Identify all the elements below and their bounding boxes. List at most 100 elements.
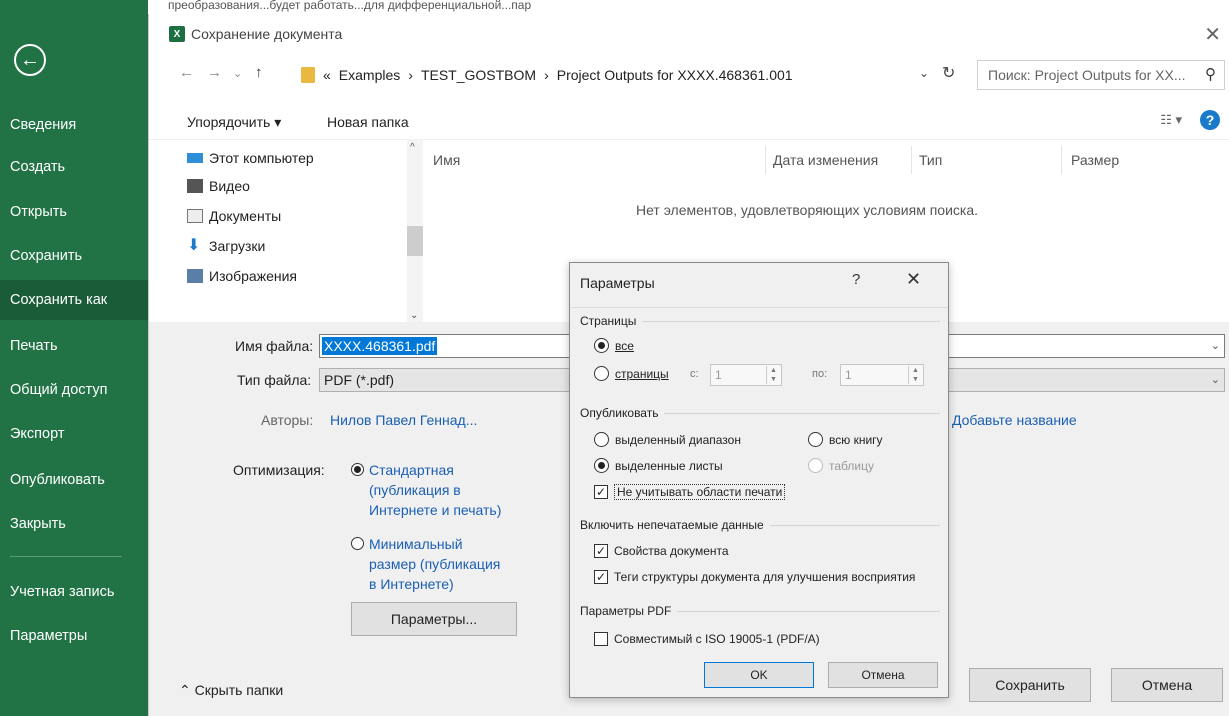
group-pdf: Параметры PDF [580, 604, 940, 618]
iso-compliant-checkbox[interactable]: Совместимый с ISO 19005-1 (PDF/A) [594, 632, 820, 646]
tree-item-downloads[interactable]: ⬇ Загрузки [187, 238, 266, 255]
backstage-item-share[interactable]: Общий доступ [0, 370, 148, 410]
search-input[interactable]: Поиск: Project Outputs for XX... ⚲ [977, 60, 1225, 90]
opt-standard-line3[interactable]: Интернете и печать) [369, 502, 501, 518]
opt-standard-line1[interactable]: Стандартная [369, 462, 454, 478]
tree-item-label: Этот компьютер [209, 150, 314, 166]
title-field[interactable]: Добавьте название [952, 412, 1077, 428]
save-button[interactable]: Сохранить [969, 668, 1091, 702]
column-name[interactable]: Имя [433, 152, 460, 168]
tree-item-this-pc[interactable]: Этот компьютер [187, 150, 314, 166]
scroll-thumb[interactable] [407, 226, 423, 256]
pages-range-radio[interactable]: страницы [594, 366, 669, 381]
back-nav-icon[interactable]: ← [179, 64, 194, 81]
opt-minimal-radio[interactable] [351, 537, 364, 550]
opt-standard-line2[interactable]: (публикация в [369, 482, 461, 498]
view-options-icon[interactable]: ☷ ▾ [1160, 112, 1182, 128]
column-date[interactable]: Дата изменения [773, 152, 878, 168]
options-close-icon[interactable]: ✕ [906, 269, 921, 290]
new-folder-button[interactable]: Новая папка [327, 114, 409, 130]
back-arrow-icon[interactable]: ← [14, 44, 46, 76]
tree-item-video[interactable]: Видео [187, 178, 250, 194]
chevron-down-icon[interactable]: ⌄ [1211, 373, 1220, 386]
from-page-stepper[interactable]: 1 ▲ ▼ [710, 364, 782, 386]
close-icon[interactable]: ✕ [1204, 22, 1221, 47]
dialog-title-text: Сохранение документа [191, 26, 343, 42]
options-help-icon[interactable]: ? [852, 271, 860, 288]
scroll-down-icon[interactable]: ⌄ [410, 310, 418, 321]
options-button[interactable]: Параметры... [351, 602, 517, 636]
group-nonprint: Включить непечатаемые данные [580, 518, 940, 532]
chevron-down-icon[interactable]: ⌄ [1211, 339, 1220, 352]
to-page-stepper[interactable]: 1 ▲ ▼ [840, 364, 924, 386]
path-segment-outputs[interactable]: Project Outputs for XXXX.468361.001 [557, 67, 793, 83]
backstage-divider [10, 556, 122, 557]
group-publish-label: Опубликовать [580, 406, 659, 420]
address-dropdown-icon[interactable]: ⌄ [919, 66, 929, 80]
optimization-label: Оптимизация: [233, 462, 325, 478]
authors-value[interactable]: Нилов Павел Геннад... [330, 412, 477, 428]
opt-minimal-line2[interactable]: размер (публикация [369, 556, 500, 572]
search-placeholder: Поиск: Project Outputs for XX... [988, 67, 1186, 83]
backstage-item-save[interactable]: Сохранить [0, 236, 148, 276]
column-type[interactable]: Тип [919, 152, 942, 168]
options-dialog-title: Параметры [580, 275, 655, 291]
ignore-print-areas-checkbox[interactable]: ✓ Не учитывать области печати [594, 484, 786, 500]
publish-sheets-label: выделенные листы [615, 458, 723, 473]
group-pages: Страницы [580, 314, 940, 328]
file-type-value: PDF (*.pdf) [324, 372, 395, 388]
ok-button[interactable]: OK [704, 662, 814, 688]
doc-properties-checkbox[interactable]: ✓ Свойства документа [594, 544, 729, 558]
help-icon[interactable]: ? [1200, 110, 1220, 130]
path-segment-examples[interactable]: Examples [339, 67, 400, 83]
options-body: Страницы все страницы с: 1 ▲ ▼ по: 1 ▲ ▼ О… [570, 307, 948, 697]
stepper-arrows-icon[interactable]: ▲ ▼ [908, 366, 922, 384]
cancel-button[interactable]: Отмена [1111, 668, 1223, 702]
address-bar[interactable]: « Examples › TEST_GOSTBOM › Project Outp… [299, 60, 959, 90]
stepper-arrows-icon[interactable]: ▲ ▼ [766, 366, 780, 384]
publish-sheets-radio[interactable]: выделенные листы [594, 458, 723, 473]
radio-unselected [594, 432, 609, 447]
ignore-print-areas-label: Не учитывать области печати [614, 484, 786, 500]
radio-selected [594, 458, 609, 473]
backstage-item-publish[interactable]: Опубликовать [0, 460, 148, 500]
from-page-value: 1 [715, 368, 722, 382]
publish-table-radio: таблицу [808, 458, 874, 473]
up-folder-icon[interactable]: ↑ [255, 64, 263, 81]
recent-locations-icon[interactable]: ⌄ [233, 67, 242, 80]
tree-item-label: Документы [209, 208, 282, 224]
hide-folders-toggle[interactable]: ⌃ Скрыть папки [179, 682, 283, 699]
path-segment-test[interactable]: TEST_GOSTBOM [421, 67, 536, 83]
backstage-item-close[interactable]: Закрыть [0, 504, 148, 544]
excel-icon: X [169, 26, 185, 42]
organize-button[interactable]: Упорядочить ▾ [187, 114, 281, 131]
pages-all-radio[interactable]: все [594, 338, 634, 353]
opt-minimal-line1[interactable]: Минимальный [369, 536, 463, 552]
file-type-label: Тип файла: [237, 372, 312, 388]
backstage-item-options[interactable]: Параметры [0, 616, 148, 656]
search-icon: ⚲ [1205, 66, 1216, 83]
backstage-item-export[interactable]: Экспорт [0, 414, 148, 454]
radio-unselected [594, 366, 609, 381]
backstage-item-open[interactable]: Открыть [0, 192, 148, 232]
backstage-item-account[interactable]: Учетная запись [0, 572, 148, 612]
options-cancel-button[interactable]: Отмена [828, 662, 938, 688]
publish-selection-radio[interactable]: выделенный диапазон [594, 432, 741, 447]
backstage-item-info[interactable]: Сведения [0, 105, 148, 145]
structure-tags-checkbox[interactable]: ✓ Теги структуры документа для улучшения… [594, 570, 915, 584]
tree-item-documents[interactable]: Документы [187, 208, 281, 224]
scroll-up-icon[interactable]: ^ [410, 142, 415, 153]
publish-workbook-radio[interactable]: всю книгу [808, 432, 883, 447]
opt-standard-radio[interactable] [351, 463, 364, 476]
opt-minimal-line3[interactable]: в Интернете) [369, 576, 454, 592]
nav-scrollbar[interactable]: ^ ⌄ [407, 140, 423, 326]
backstage-item-new[interactable]: Создать [0, 147, 148, 187]
refresh-icon[interactable]: ↻ [942, 63, 955, 83]
column-size[interactable]: Размер [1071, 152, 1119, 168]
backstage-item-save-as[interactable]: Сохранить как [0, 280, 148, 320]
video-icon [187, 179, 203, 193]
forward-nav-icon[interactable]: → [207, 64, 222, 81]
backstage-item-print[interactable]: Печать [0, 326, 148, 366]
tree-item-pictures[interactable]: Изображения [187, 268, 297, 284]
tree-item-label: Загрузки [209, 238, 266, 254]
